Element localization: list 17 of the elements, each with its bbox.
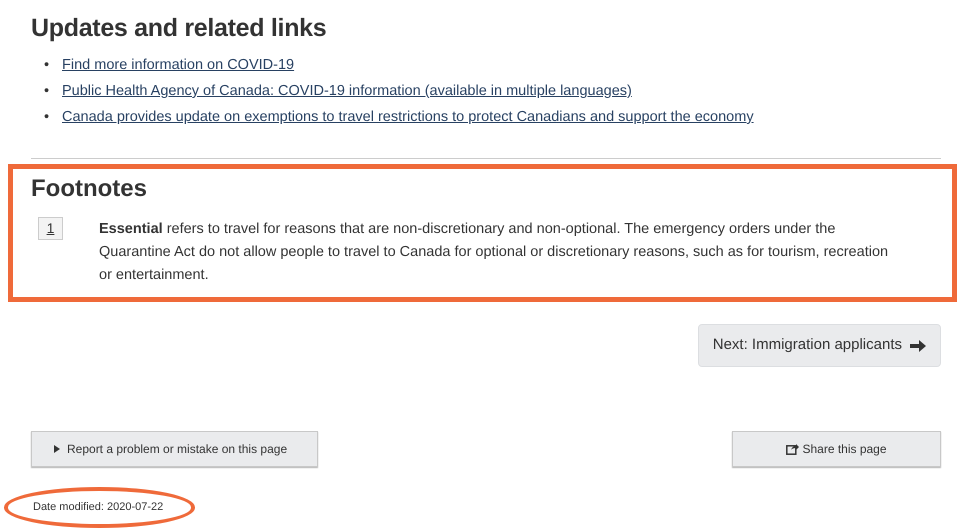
arrow-right-icon: [910, 338, 926, 352]
footnote-number-link[interactable]: 1: [38, 217, 63, 240]
link[interactable]: Find more information on COVID-19: [62, 52, 294, 78]
bullet: •: [44, 108, 50, 127]
link[interactable]: Public Health Agency of Canada: COVID-19 information (available in multiple languages): [62, 78, 632, 104]
section-heading: Updates and related links: [31, 13, 328, 44]
bullet: •: [44, 56, 50, 75]
footnote-text: Essential refers to travel for reasons that are non-discretionary and non-optional. The emergency orders under the Quarantine Act do not allow people to travel to Canada for optional or discretionary reasons, such as for tourism, recreation or entertainment.: [99, 220, 890, 285]
bullet: •: [44, 82, 50, 101]
report-button[interactable]: Report a problem or mistake on this page: [31, 431, 318, 467]
date-modified: Date modified: 2020-07-22: [33, 500, 164, 515]
next-button[interactable]: Next: Immigration applicants: [698, 324, 941, 367]
share-icon: [786, 443, 800, 455]
caret-right-icon: [54, 445, 60, 453]
share-button[interactable]: Share this page: [732, 431, 941, 467]
link[interactable]: Canada provides update on exemptions to travel restrictions to protect Canadians and support the economy: [62, 104, 754, 130]
section-heading: Footnotes: [31, 174, 147, 204]
